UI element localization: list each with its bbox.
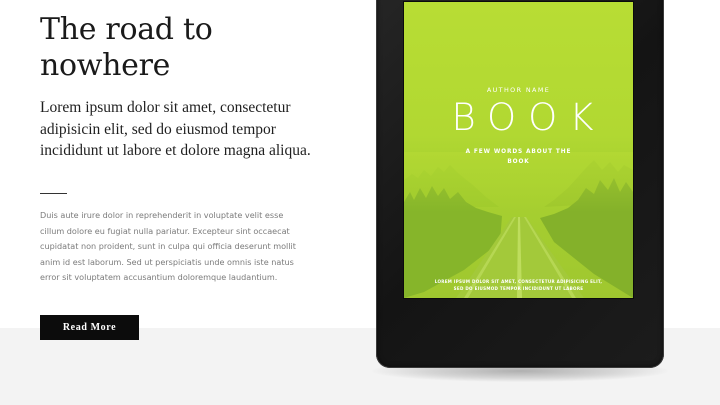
read-more-button[interactable]: Read More bbox=[40, 315, 139, 340]
page-title: The road to nowhere bbox=[40, 12, 213, 83]
cover-title: BOOK bbox=[451, 96, 606, 139]
book-cover-screen: AUTHOR NAME BOOK A FEW WORDS ABOUT THE B… bbox=[404, 2, 633, 298]
divider bbox=[40, 193, 67, 194]
lede-paragraph: Lorem ipsum dolor sit amet, consectetur … bbox=[40, 99, 311, 159]
body-paragraph: Duis aute irure dolor in reprehenderit i… bbox=[40, 210, 296, 283]
cover-tagline: A FEW WORDS ABOUT THE BOOK bbox=[465, 149, 572, 165]
cover-author-name: AUTHOR NAME bbox=[486, 86, 551, 94]
cover-blurb: LOREM IPSUM DOLOR SIT AMET, CONSECTETUR … bbox=[434, 279, 603, 291]
